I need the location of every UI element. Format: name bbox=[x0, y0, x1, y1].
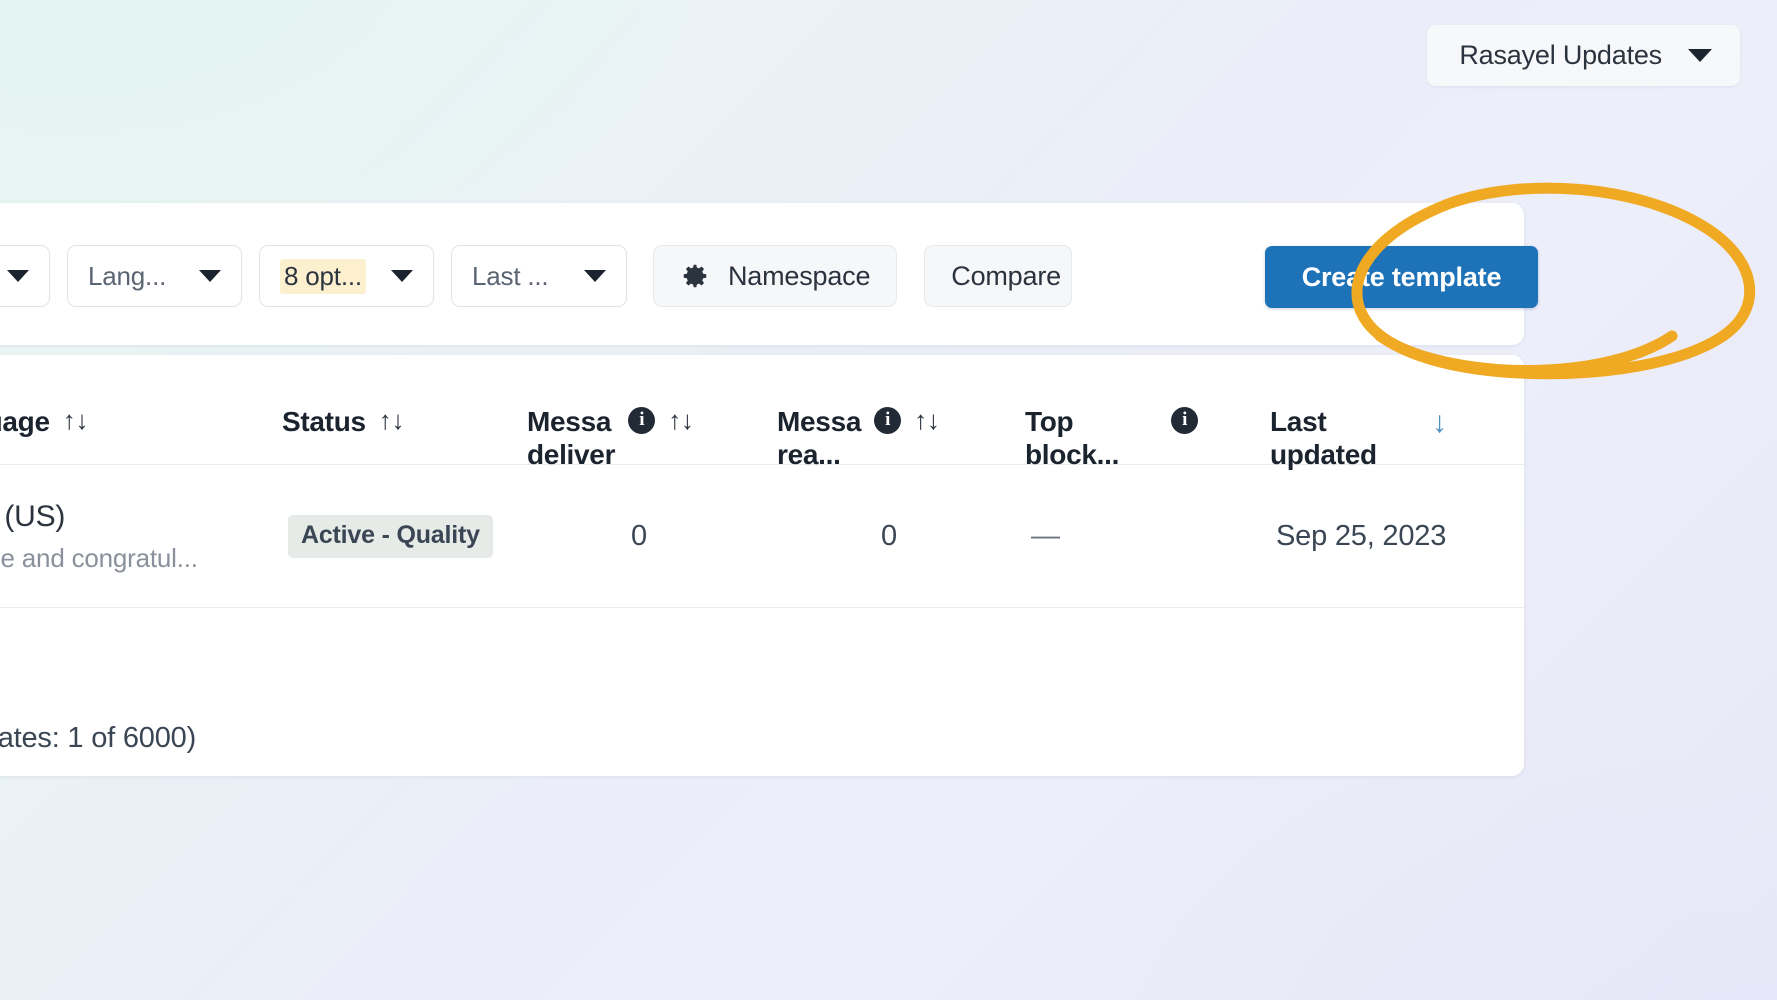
sort-both-icon[interactable]: ↑↓ bbox=[668, 405, 694, 436]
cell-last-updated: Sep 25, 2023 bbox=[1276, 519, 1447, 552]
column-header-label: Last updated bbox=[1270, 405, 1377, 471]
table-footer: e templates: 1 of 6000) bbox=[0, 700, 1524, 776]
column-header-language[interactable]: nguage ↑↓ bbox=[0, 405, 282, 438]
namespace-button-label: Namespace bbox=[728, 260, 871, 291]
column-header-line2: updated bbox=[1270, 439, 1377, 471]
compare-button[interactable]: Compare bbox=[924, 245, 1072, 307]
sort-descending-icon[interactable]: ↓ bbox=[1432, 405, 1447, 441]
compare-button-label: Compare bbox=[951, 260, 1061, 291]
column-header-messages-delivered[interactable]: Messa deliver i ↑↓ bbox=[527, 405, 777, 471]
column-header-line1: Messa bbox=[527, 406, 612, 437]
info-icon[interactable]: i bbox=[628, 407, 656, 434]
chevron-down-icon bbox=[391, 270, 413, 282]
info-icon[interactable]: i bbox=[874, 407, 902, 434]
status-badge: Active - Quality bbox=[288, 514, 493, 558]
account-switcher-button[interactable]: Rasayel Updates bbox=[1427, 25, 1740, 86]
column-header-messages-read[interactable]: Messa rea... i ↑↓ bbox=[777, 405, 1025, 471]
chevron-down-icon bbox=[7, 270, 29, 282]
column-header-label: Top block... bbox=[1025, 405, 1119, 471]
column-header-line2: block... bbox=[1025, 439, 1120, 471]
table-row[interactable]: lish (US) come and congratul... Active -… bbox=[0, 465, 1524, 608]
column-header-line1: Last bbox=[1270, 406, 1327, 437]
column-header-label: Messa deliver bbox=[527, 405, 615, 471]
filter-label: Lang... bbox=[88, 260, 167, 291]
language-preview: come and congratul... bbox=[0, 542, 198, 573]
column-header-label: nguage bbox=[0, 406, 50, 437]
table-header-row: nguage ↑↓ Status ↑↓ Messa deliver i ↑↓ M… bbox=[0, 355, 1524, 470]
chevron-down-icon bbox=[584, 270, 606, 282]
cell-status: Active - Quality bbox=[282, 514, 527, 558]
column-header-line1: Messa bbox=[777, 406, 862, 437]
sort-both-icon[interactable]: ↑↓ bbox=[914, 405, 940, 436]
filter-toolbar: e... Lang... 8 opt... Last ... Namespace… bbox=[0, 245, 1072, 307]
cell-language: lish (US) come and congratul... bbox=[0, 498, 282, 574]
cell-top-block-reason: — bbox=[1031, 519, 1060, 552]
column-header-top-block-reason[interactable]: Top block... i bbox=[1025, 405, 1270, 471]
language-name: lish (US) bbox=[0, 500, 66, 534]
filter-dropdown-language[interactable]: Lang... bbox=[67, 245, 242, 307]
sort-both-icon[interactable]: ↑↓ bbox=[379, 405, 405, 436]
info-icon[interactable]: i bbox=[1171, 407, 1199, 434]
column-header-line2: rea... bbox=[777, 439, 841, 471]
account-switcher-label: Rasayel Updates bbox=[1459, 40, 1662, 70]
column-header-last-updated[interactable]: Last updated ↓ bbox=[1270, 405, 1524, 471]
gear-icon bbox=[683, 264, 707, 288]
filter-dropdown-last-updated[interactable]: Last ... bbox=[451, 245, 627, 307]
column-header-label: Status bbox=[282, 406, 366, 437]
namespace-button[interactable]: Namespace bbox=[653, 245, 898, 307]
chevron-down-icon bbox=[199, 270, 221, 282]
cell-messages-delivered: 0 bbox=[631, 519, 648, 552]
filter-dropdown-options[interactable]: 8 opt... bbox=[259, 245, 434, 307]
column-header-line2: deliver bbox=[527, 439, 616, 471]
column-header-label: Messa rea... bbox=[777, 405, 861, 471]
table-footer-count: e templates: 1 of 6000) bbox=[0, 721, 197, 754]
templates-table: nguage ↑↓ Status ↑↓ Messa deliver i ↑↓ M… bbox=[0, 355, 1524, 608]
filter-dropdown-template[interactable]: e... bbox=[0, 245, 50, 307]
filter-label: 8 opt... bbox=[280, 258, 366, 294]
cell-messages-read: 0 bbox=[881, 519, 898, 552]
create-template-button[interactable]: Create template bbox=[1265, 246, 1538, 308]
sort-both-icon[interactable]: ↑↓ bbox=[63, 405, 89, 436]
column-header-status[interactable]: Status ↑↓ bbox=[282, 405, 527, 438]
filter-label: Last ... bbox=[472, 260, 549, 291]
column-header-line1: Top bbox=[1025, 406, 1074, 437]
chevron-down-icon bbox=[1688, 49, 1712, 62]
